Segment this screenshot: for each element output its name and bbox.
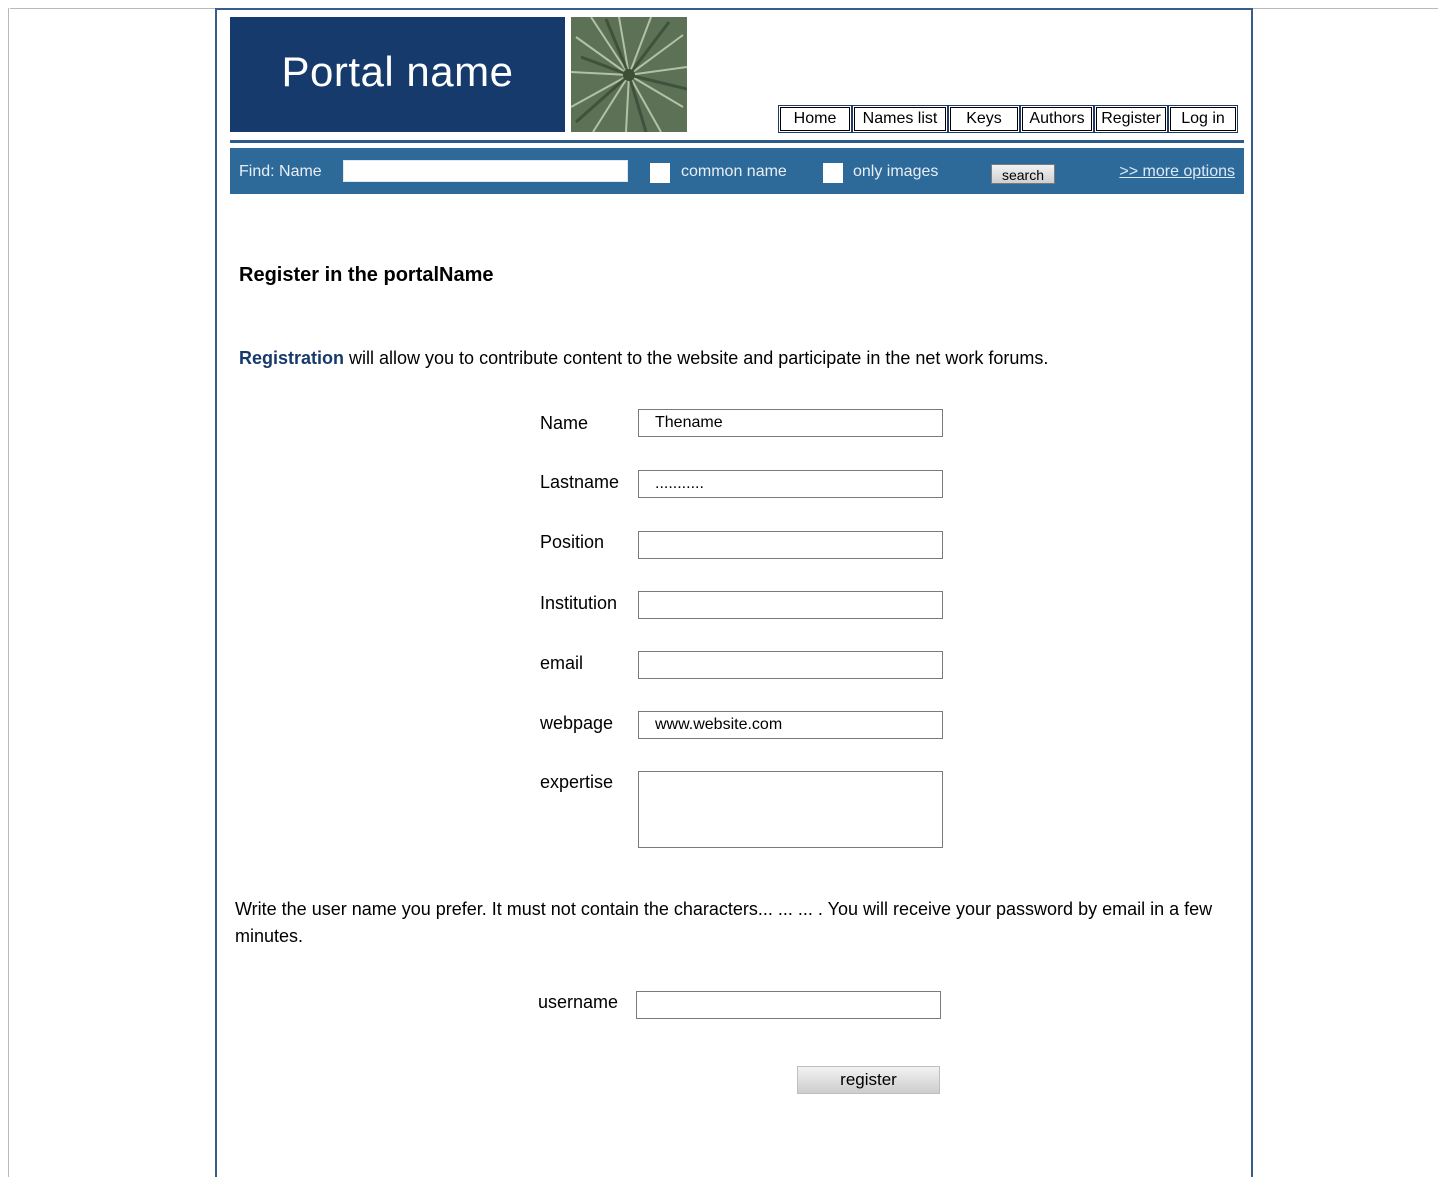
find-bar: Find: Name common name only images searc… — [230, 148, 1244, 194]
common-name-checkbox[interactable] — [650, 163, 670, 183]
nav-names-list[interactable]: Names list — [853, 106, 947, 132]
main-nav: Home Names list Keys Authors Register Lo… — [779, 106, 1237, 132]
header-plant-image — [571, 17, 687, 132]
intro-rest: will allow you to contribute content to … — [344, 348, 1049, 368]
window-left-border — [8, 8, 9, 1177]
portal-logo[interactable]: Portal name — [230, 17, 565, 132]
position-field[interactable] — [638, 531, 943, 559]
expertise-textarea[interactable] — [638, 771, 943, 848]
nav-log-in[interactable]: Log in — [1169, 106, 1237, 132]
header-divider — [230, 140, 1244, 143]
only-images-label: only images — [853, 163, 939, 180]
only-images-checkbox[interactable] — [823, 163, 843, 183]
more-options-link[interactable]: >> more options — [1119, 163, 1235, 181]
email-field[interactable] — [638, 651, 943, 679]
find-name-input[interactable] — [343, 160, 628, 182]
common-name-label: common name — [681, 163, 787, 180]
intro-text: Registration will allow you to contribut… — [239, 348, 1048, 369]
nav-register[interactable]: Register — [1095, 106, 1167, 132]
nav-home[interactable]: Home — [779, 106, 851, 132]
email-label: email — [540, 653, 584, 673]
webpage-field[interactable]: www.website.com — [638, 711, 943, 739]
institution-label: Institution — [540, 593, 618, 613]
find-label: Find: Name — [239, 163, 322, 180]
nav-authors[interactable]: Authors — [1021, 106, 1093, 132]
nav-keys[interactable]: Keys — [949, 106, 1019, 132]
username-field[interactable] — [636, 991, 941, 1019]
username-instructions: Write the user name you prefer. It must … — [235, 899, 1213, 946]
registration-link[interactable]: Registration — [239, 348, 344, 368]
search-button[interactable]: search — [991, 164, 1055, 184]
position-label: Position — [540, 532, 605, 552]
username-label: username — [538, 992, 619, 1012]
lastname-label: Lastname — [540, 472, 620, 492]
register-button[interactable]: register — [797, 1066, 940, 1094]
name-label: Name — [540, 413, 589, 433]
institution-field[interactable] — [638, 591, 943, 619]
logo-text: Portal name — [281, 47, 514, 95]
lastname-field[interactable]: ........... — [638, 470, 943, 498]
page-title: Register in the portalName — [239, 264, 494, 286]
expertise-label: expertise — [540, 772, 614, 792]
webpage-label: webpage — [540, 713, 614, 733]
name-field[interactable]: Thename — [638, 409, 943, 437]
